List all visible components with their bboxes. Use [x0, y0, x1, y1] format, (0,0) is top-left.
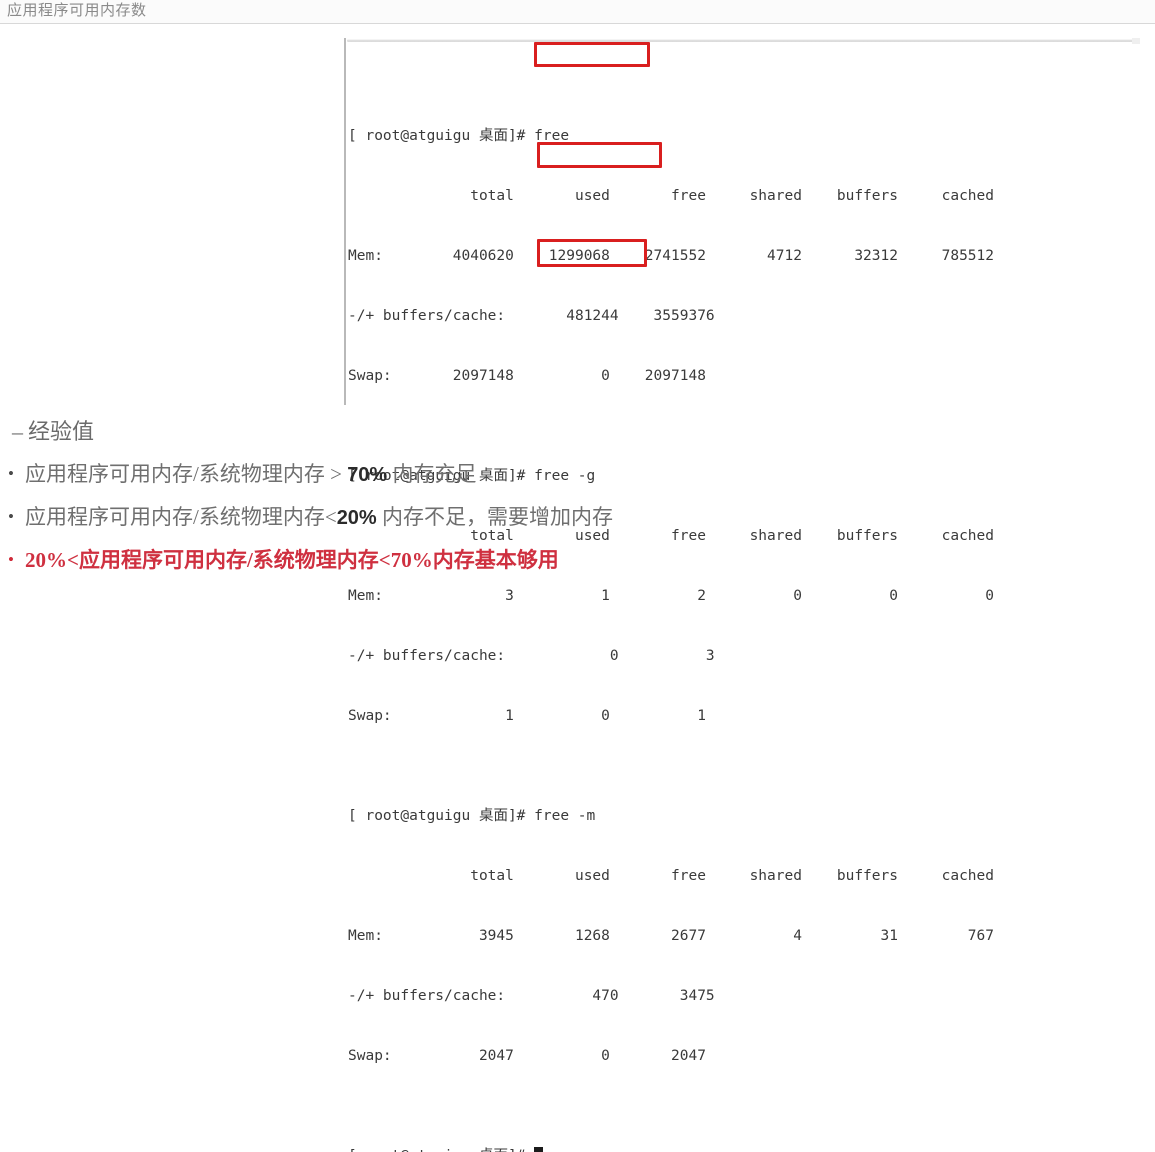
slide-header-bar: 应用程序可用内存数 — [0, 0, 1155, 24]
note-dash-item: – 经验值 — [0, 412, 1155, 452]
terminal-prompt-line: [ root@atguigu 桌面]# free — [348, 126, 1138, 146]
prompt-text: [ root@atguigu 桌面]# — [348, 1148, 534, 1152]
note-bullet-1: • 应用程序可用内存/系统物理内存 > 70% 内存充足 — [0, 452, 1155, 495]
highlight-box-free — [534, 42, 650, 67]
terminal-output: [ root@atguigu 桌面]# free total used free… — [348, 46, 1138, 1152]
terminal-row-mem: Mem: 4040620 1299068 2741552 4712 32312 … — [348, 248, 995, 264]
terminal-row-swap: Swap: 2047 0 2047 — [348, 1048, 706, 1064]
terminal-column-header: total used free shared buffers cached — [348, 868, 995, 884]
highlight-box-free-g — [537, 142, 662, 168]
bullet-marker: • — [8, 507, 14, 526]
bullet-1-number: 70% — [347, 464, 388, 486]
terminal-left-border — [344, 38, 346, 405]
dash-marker: – — [12, 419, 23, 444]
terminal-scrollbar-end-cap — [1132, 38, 1140, 44]
bullet-1-post: 内存充足 — [387, 462, 477, 486]
bullet-2-number: 20% — [336, 507, 377, 529]
terminal-cursor — [534, 1147, 544, 1152]
notes-section: – 经验值 • 应用程序可用内存/系统物理内存 > 70% 内存充足 • 应用程序可用… — [0, 412, 1155, 581]
page-title: 应用程序可用内存数 — [7, 3, 147, 19]
terminal-screenshot: [ root@atguigu 桌面]# free total used free… — [344, 36, 1144, 1152]
highlight-box-free-m — [537, 239, 647, 267]
terminal-row-mem: Mem: 3 1 2 0 0 0 — [348, 588, 995, 604]
terminal-row-mem: Mem: 3945 1268 2677 4 31 767 — [348, 928, 995, 944]
terminal-row-buffers-cache: -/+ buffers/cache: 470 3475 — [348, 988, 715, 1004]
note-bullet-3: • 20%<应用程序可用内存/系统物理内存<70%内存基本够用 — [0, 538, 1155, 581]
bullet-2-post: 内存不足，需要增加内存 — [376, 505, 613, 529]
bullet-marker: • — [8, 464, 14, 483]
prompt-text: [ root@atguigu 桌面]# — [348, 128, 535, 144]
terminal-column-header: total used free shared buffers cached — [348, 188, 995, 204]
bullet-1-pre: 应用程序可用内存/系统物理内存 > — [25, 462, 348, 486]
bullet-3-text: 20%<应用程序可用内存/系统物理内存<70%内存基本够用 — [25, 548, 559, 572]
terminal-row-buffers-cache: -/+ buffers/cache: 0 3 — [348, 648, 715, 664]
dash-label: 经验值 — [28, 419, 95, 444]
terminal-prompt-line-final: [ root@atguigu 桌面]# — [348, 1146, 1138, 1152]
command-free-m: free -m — [534, 808, 596, 824]
terminal-row-swap: Swap: 2097148 0 2097148 — [348, 368, 706, 384]
prompt-text: [ root@atguigu 桌面]# — [348, 808, 535, 824]
note-bullet-2: • 应用程序可用内存/系统物理内存<20% 内存不足，需要增加内存 — [0, 495, 1155, 538]
bullet-2-pre: 应用程序可用内存/系统物理内存< — [25, 505, 337, 529]
terminal-prompt-line: [ root@atguigu 桌面]# free -m — [348, 806, 1138, 826]
terminal-row-buffers-cache: -/+ buffers/cache: 481244 3559376 — [348, 308, 715, 324]
terminal-row-swap: Swap: 1 0 1 — [348, 708, 706, 724]
bullet-marker: • — [8, 550, 14, 569]
terminal-top-scrollbar[interactable] — [347, 39, 1139, 42]
